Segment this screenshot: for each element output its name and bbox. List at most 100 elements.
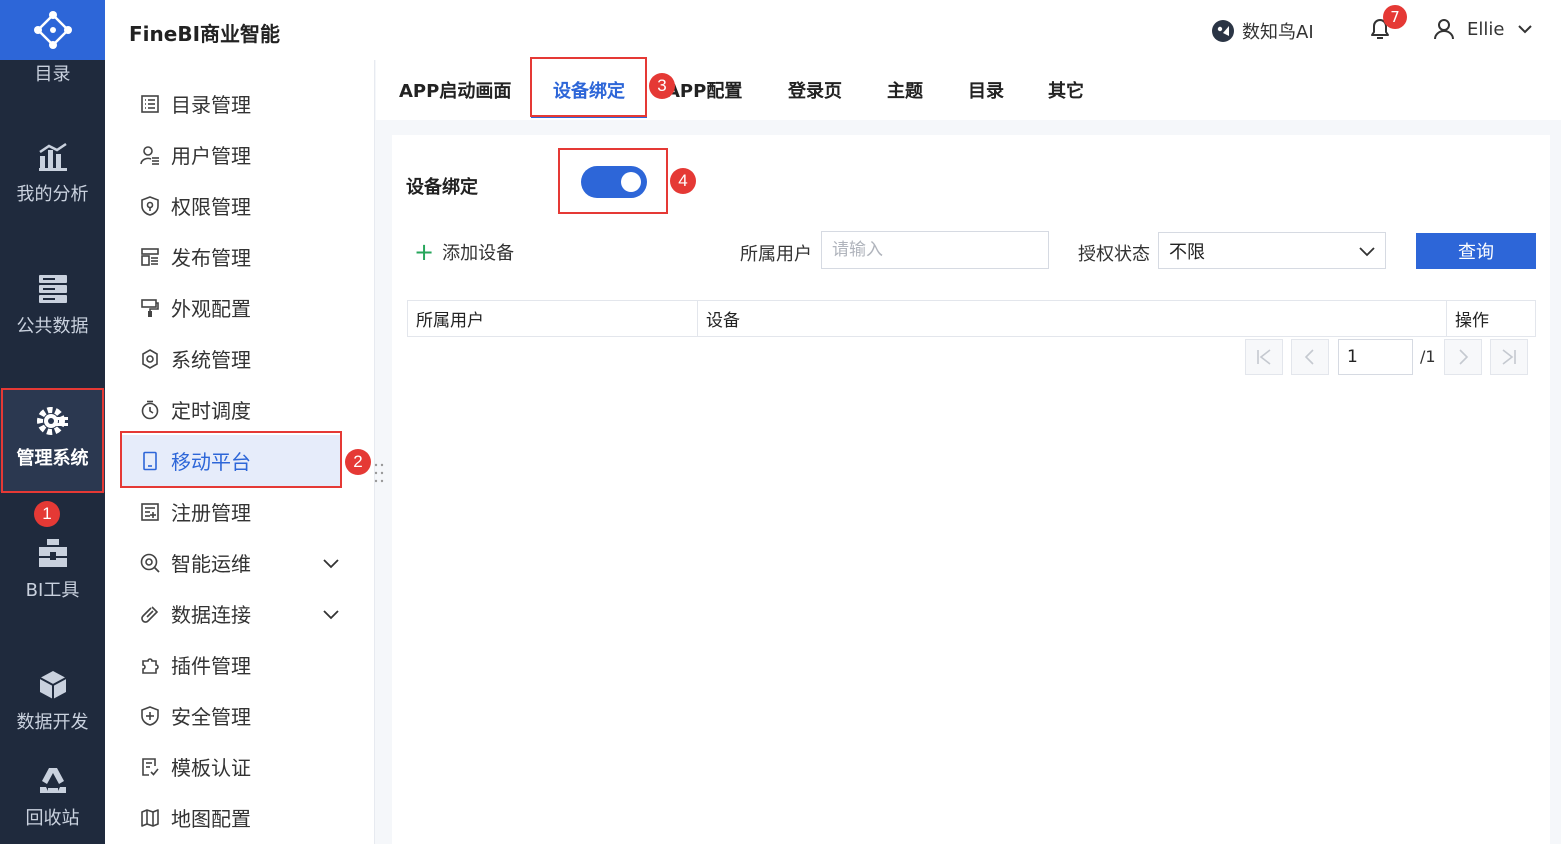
ai-assistant-label: 数知鸟AI <box>1242 22 1314 43</box>
device-binding-panel: 设备绑定 + 添加设备 所属用户 授权状态 不限 查询 所属用户 设备 操作 1… <box>392 135 1550 844</box>
add-device-button[interactable]: + 添加设备 <box>414 239 514 265</box>
sidebar-item-registration[interactable]: 注册管理 <box>121 486 341 537</box>
last-page-button[interactable] <box>1490 339 1528 375</box>
chevron-down-icon <box>1518 25 1533 34</box>
user-list-icon <box>139 144 161 166</box>
rail-item-catalog[interactable]: 目录 <box>0 60 105 86</box>
rail-item-public-data[interactable]: 公共数据 <box>0 272 105 338</box>
gear-icon <box>139 348 161 370</box>
app-title: FineBI商业智能 <box>129 22 281 46</box>
logo[interactable] <box>0 0 105 60</box>
sidebar-item-label: 定时调度 <box>171 399 251 423</box>
user-menu[interactable]: Ellie <box>1433 18 1534 40</box>
column-header-actions[interactable]: 操作 <box>1447 301 1535 336</box>
list-icon <box>139 93 161 115</box>
sidebar-item-publish-mgmt[interactable]: 发布管理 <box>121 231 341 282</box>
sidebar-item-appearance-config[interactable]: 外观配置 <box>121 282 341 333</box>
sidebar-item-catalog-mgmt[interactable]: 目录管理 <box>121 78 341 129</box>
tab-app-config[interactable]: APP配置 <box>666 60 742 120</box>
sidebar-item-system-mgmt[interactable]: 系统管理 <box>121 333 341 384</box>
annotation-number-4: 4 <box>670 168 696 194</box>
timer-icon <box>139 399 161 421</box>
tab-catalog[interactable]: 目录 <box>968 60 1004 120</box>
bird-ai-icon <box>1212 20 1234 42</box>
page-total: /1 <box>1420 347 1436 366</box>
sidebar-item-label: 系统管理 <box>171 348 251 372</box>
annotation-box-2 <box>120 431 342 488</box>
toolbox-icon <box>36 536 70 570</box>
ops-icon <box>139 552 161 574</box>
register-icon <box>139 501 161 523</box>
sidebar-item-label: 注册管理 <box>171 501 251 525</box>
annotation-number-2: 2 <box>345 449 371 475</box>
annotation-number-1: 1 <box>34 501 60 527</box>
sidebar-item-label: 智能运维 <box>171 552 251 576</box>
sidebar-item-user-mgmt[interactable]: 用户管理 <box>121 129 341 180</box>
rail-item-label: 我的分析 <box>16 184 89 205</box>
page-number-input[interactable]: 1 <box>1338 339 1413 375</box>
annotation-number-3: 3 <box>649 73 675 99</box>
device-binding-label: 设备绑定 <box>406 177 478 198</box>
rail-item-bi-tools[interactable]: BI工具 <box>0 536 105 602</box>
finebi-logo-icon <box>33 11 72 49</box>
chevron-down-icon[interactable] <box>321 604 341 624</box>
sidebar-item-label: 用户管理 <box>171 144 251 168</box>
sidebar-item-label: 发布管理 <box>171 246 251 270</box>
sidebar-item-template-certify[interactable]: 模板认证 <box>121 741 341 792</box>
ai-assistant-button[interactable]: 数知鸟AI <box>1210 18 1314 44</box>
top-header: FineBI商业智能 数知鸟AI 7 Ellie <box>105 0 1561 60</box>
sidebar-item-plugin-mgmt[interactable]: 插件管理 <box>121 639 341 690</box>
rail-item-label: 回收站 <box>25 808 80 829</box>
sidebar-item-map-config[interactable]: 地图配置 <box>121 792 341 843</box>
resize-handle[interactable] <box>373 462 385 484</box>
sidebar-item-smart-ops[interactable]: 智能运维 <box>121 537 341 588</box>
first-page-button[interactable] <box>1245 339 1283 375</box>
database-icon <box>36 272 70 306</box>
query-button[interactable]: 查询 <box>1416 233 1536 269</box>
prev-page-button[interactable] <box>1291 339 1329 375</box>
column-header-device[interactable]: 设备 <box>698 301 1447 336</box>
chevron-down-icon <box>1359 247 1375 257</box>
sidebar-item-security-mgmt[interactable]: 安全管理 <box>121 690 341 741</box>
add-device-label: 添加设备 <box>442 243 515 264</box>
chevron-left-icon <box>1304 349 1314 365</box>
rail-item-label: 目录 <box>34 64 71 85</box>
rail-item-my-analysis[interactable]: 我的分析 <box>0 140 105 206</box>
rail-item-recycle-bin[interactable]: 回收站 <box>0 764 105 830</box>
sidebar-item-permission-mgmt[interactable]: 权限管理 <box>121 180 341 231</box>
tab-app-launch[interactable]: APP启动画面 <box>399 60 511 120</box>
column-header-owner[interactable]: 所属用户 <box>408 301 698 336</box>
sidebar-item-label: 安全管理 <box>171 705 251 729</box>
tab-other[interactable]: 其它 <box>1048 60 1084 120</box>
sidebar-item-data-connection[interactable]: 数据连接 <box>121 588 341 639</box>
recycle-icon <box>36 764 70 798</box>
sidebar-item-label: 权限管理 <box>171 195 251 219</box>
sidebar-item-label: 模板认证 <box>171 756 251 780</box>
brush-icon <box>139 297 161 319</box>
first-page-icon <box>1257 349 1271 365</box>
tab-theme[interactable]: 主题 <box>887 60 923 120</box>
owner-filter-input[interactable] <box>821 231 1049 269</box>
owner-filter-label: 所属用户 <box>740 244 812 265</box>
next-page-button[interactable] <box>1444 339 1482 375</box>
notification-badge: 7 <box>1383 5 1407 29</box>
user-name: Ellie <box>1467 18 1505 40</box>
link-icon <box>139 603 161 625</box>
device-table-header: 所属用户 设备 操作 <box>407 300 1536 337</box>
certify-icon <box>139 756 161 778</box>
rail-item-data-dev[interactable]: 数据开发 <box>0 668 105 734</box>
user-icon <box>1434 19 1454 40</box>
puzzle-icon <box>139 654 161 676</box>
map-icon <box>139 807 161 829</box>
last-page-icon <box>1502 349 1516 365</box>
analysis-icon <box>36 140 70 174</box>
annotation-box-3 <box>530 57 647 117</box>
chevron-right-icon <box>1459 349 1469 365</box>
status-filter-value: 不限 <box>1169 241 1205 263</box>
shield-icon <box>139 195 161 217</box>
tab-login-page[interactable]: 登录页 <box>788 60 842 120</box>
plus-icon: + <box>414 238 435 266</box>
sidebar-item-scheduling[interactable]: 定时调度 <box>121 384 341 435</box>
chevron-down-icon[interactable] <box>321 553 341 573</box>
status-filter-select[interactable]: 不限 <box>1158 232 1386 269</box>
